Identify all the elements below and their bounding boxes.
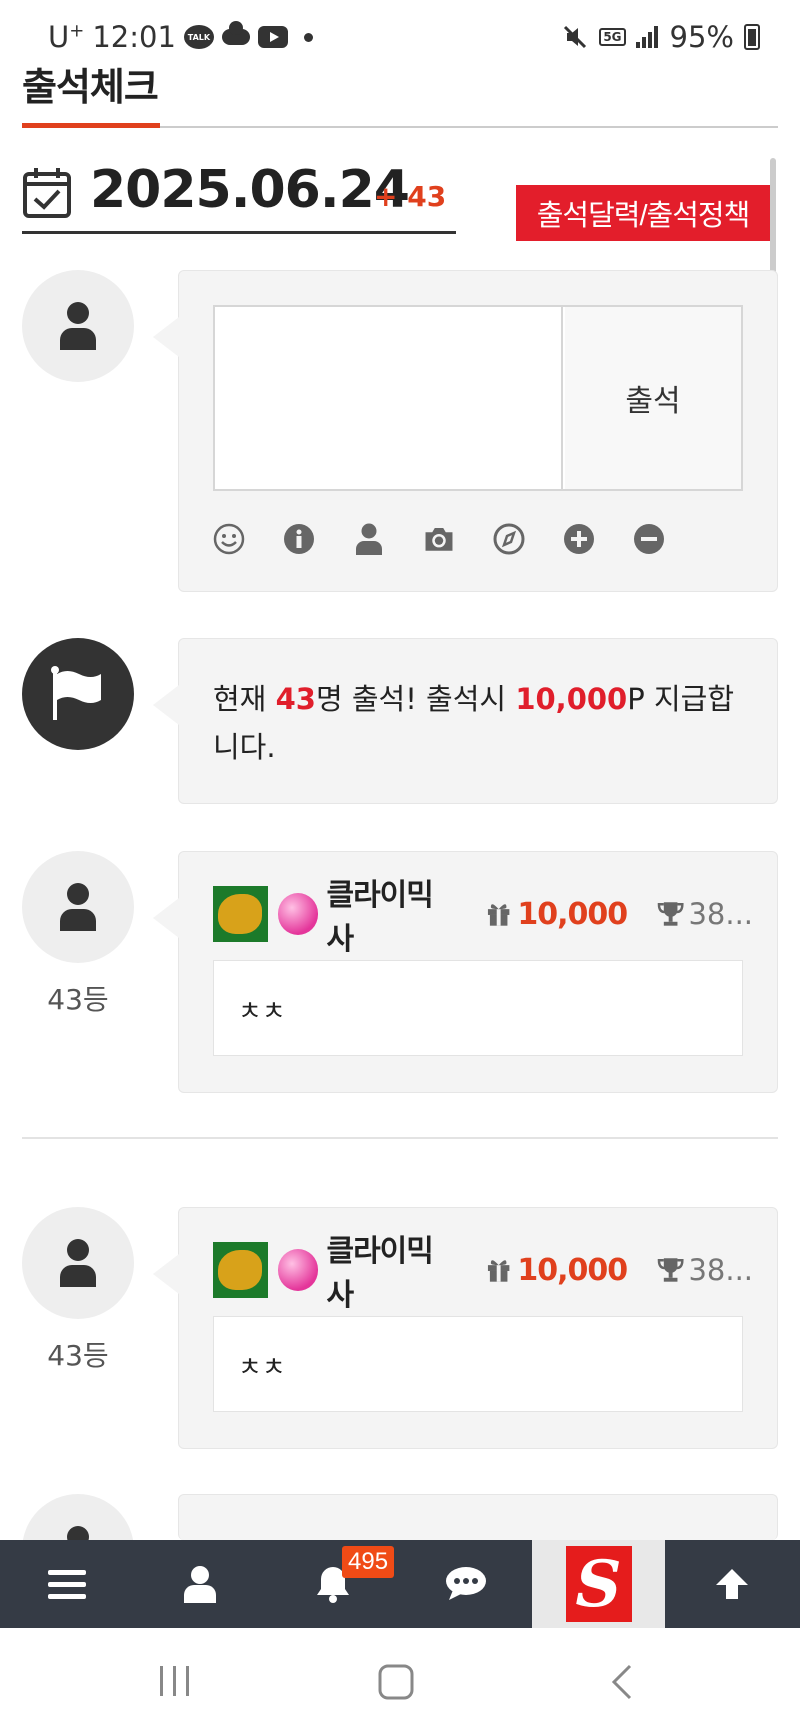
trophy-icon [657, 902, 684, 926]
entry-comment-box: ㅊㅊ [213, 1316, 743, 1412]
notifications-button[interactable]: 495 [266, 1540, 399, 1628]
entry-avatar [22, 1207, 134, 1319]
chat-icon [445, 1567, 486, 1600]
status-right: 5G 95% [561, 20, 760, 54]
site-logo: S [565, 1546, 632, 1622]
notice-count: 43 [275, 682, 316, 716]
gift-icon [488, 904, 510, 926]
compass-icon[interactable] [493, 523, 525, 555]
attendance-calendar-button[interactable]: 출석달력/출석정책 [516, 185, 770, 241]
entry-comment-box: ㅊㅊ [213, 960, 743, 1056]
system-nav-bar [0, 1628, 800, 1734]
title-accent [22, 123, 160, 128]
user-icon [183, 1566, 216, 1603]
entry-trophy-count: 38... [688, 897, 754, 931]
youtube-icon [257, 26, 288, 48]
status-left: U+ 12:01 TALK [48, 20, 313, 54]
entry-rank: 43등 [47, 983, 109, 1016]
attendance-date: 2025.06.24 [90, 160, 410, 220]
compose-box: 출석 [213, 305, 743, 491]
carrier-sup: + [69, 20, 85, 42]
talk-label: TALK [187, 32, 211, 42]
trophy-icon [657, 1258, 684, 1282]
back-icon[interactable] [610, 1664, 634, 1700]
notice-text: 현재 43명 출석! 출석시 10,000P 지급합니다. [213, 675, 753, 771]
entry-card-partial [153, 1494, 778, 1581]
entry-comment: ㅊㅊ [238, 997, 286, 1027]
entry-user-row: 클라이믹사 10,000 38... [213, 1234, 754, 1313]
person-icon [60, 883, 96, 931]
compose-toolbar [213, 523, 665, 555]
attendance-comment-input[interactable] [215, 307, 563, 489]
minus-circle-icon[interactable] [633, 523, 665, 555]
clock-time: 12:01 [92, 20, 176, 54]
cloud-icon [221, 21, 250, 45]
calendar-check-icon [23, 168, 71, 218]
entry-comment: ㅊㅊ [238, 1353, 286, 1383]
compose-card: 출석 [153, 270, 778, 592]
notice-points: 10,000 [515, 682, 628, 716]
person-icon [60, 302, 96, 350]
flag-icon [51, 666, 101, 720]
home-icon[interactable] [378, 1664, 414, 1700]
notice-avatar [22, 638, 134, 750]
entry-card: 클라이믹사 10,000 38... ㅊㅊ [153, 851, 778, 1093]
smile-icon[interactable] [213, 523, 245, 555]
avatar [22, 270, 134, 382]
notice-prefix: 현재 [213, 682, 276, 716]
level-badge-icon [213, 886, 268, 942]
attend-submit-button[interactable]: 출석 [565, 307, 741, 489]
profile-button[interactable] [133, 1540, 266, 1628]
talk-icon: TALK [183, 25, 214, 49]
pink-ball-icon [277, 893, 319, 935]
camera-icon[interactable] [423, 523, 455, 555]
dot-icon [303, 32, 313, 42]
battery-text: 95% [669, 20, 734, 54]
notification-count-badge: 495 [342, 1546, 395, 1578]
menu-button[interactable] [0, 1540, 133, 1628]
page-title: 출석체크 [22, 65, 159, 109]
entry-username[interactable]: 클라이믹사 [326, 870, 456, 958]
entry-divider [22, 1137, 778, 1139]
pink-ball-icon [277, 1249, 319, 1291]
attendance-count: + 43 [374, 180, 447, 213]
date-row: 2025.06.24 + 43 [22, 160, 456, 234]
person-icon [60, 1239, 96, 1287]
entry-card: 클라이믹사 10,000 38... ㅊㅊ [153, 1207, 778, 1449]
entry-avatar [22, 851, 134, 963]
menu-icon [47, 1570, 86, 1599]
plus-circle-icon[interactable] [563, 523, 595, 555]
signal-icon [635, 26, 660, 48]
mute-icon [564, 25, 587, 49]
entry-points: 10,000 [517, 1252, 628, 1288]
entry-username[interactable]: 클라이믹사 [326, 1226, 456, 1314]
level-badge-icon [213, 1242, 268, 1298]
battery-icon [744, 24, 760, 50]
user-icon[interactable] [353, 523, 385, 555]
gift-icon [488, 1260, 510, 1282]
status-bar: U+ 12:01 TALK 5G 95% [0, 0, 800, 60]
site-logo-button[interactable]: S [532, 1540, 665, 1628]
chat-button[interactable] [399, 1540, 532, 1628]
entry-trophy-count: 38... [688, 1253, 754, 1287]
notice-card: 현재 43명 출석! 출석시 10,000P 지급합니다. [153, 638, 778, 804]
bottom-toolbar: 495 S [0, 1540, 800, 1628]
network-5g-icon: 5G [599, 28, 626, 46]
arrow-up-icon [715, 1569, 748, 1599]
carrier-text: U [48, 20, 70, 54]
carrier-label: U+ [48, 20, 84, 54]
scroll-top-button[interactable] [665, 1540, 798, 1628]
recent-apps-icon[interactable] [158, 1664, 192, 1698]
entry-rank: 43등 [47, 1339, 109, 1372]
entry-user-row: 클라이믹사 10,000 38... [213, 878, 754, 957]
entry-points: 10,000 [517, 896, 628, 932]
info-icon[interactable] [283, 523, 315, 555]
notice-mid: 명 출석! 출석시 [315, 682, 516, 716]
